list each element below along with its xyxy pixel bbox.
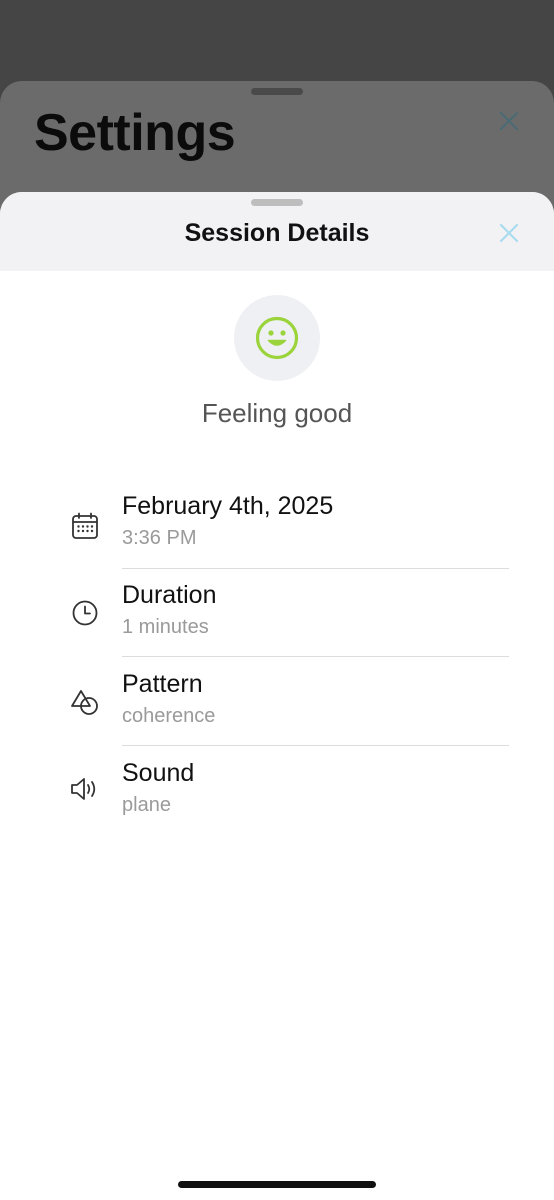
home-indicator[interactable] bbox=[178, 1181, 376, 1188]
sheet-title: Session Details bbox=[184, 219, 370, 247]
session-details-sheet: Session Details Feeling good February 4t… bbox=[0, 192, 554, 1200]
clock-icon bbox=[68, 596, 102, 630]
divider bbox=[122, 656, 509, 657]
duration-title: Duration bbox=[122, 581, 217, 609]
session-sheet-grabber[interactable] bbox=[251, 199, 303, 206]
settings-close-button[interactable] bbox=[496, 108, 522, 134]
sheet-header: Session Details bbox=[0, 192, 554, 271]
close-icon bbox=[499, 223, 519, 243]
speaker-icon bbox=[68, 772, 102, 806]
pattern-title: Pattern bbox=[122, 670, 203, 698]
close-icon bbox=[499, 111, 519, 131]
mood-label: Feeling good bbox=[201, 398, 353, 428]
date-subtitle: 3:36 PM bbox=[122, 527, 197, 549]
shapes-icon bbox=[68, 685, 102, 719]
detail-row-sound: Sound plane bbox=[0, 759, 554, 847]
detail-row-date: February 4th, 2025 3:36 PM bbox=[0, 492, 554, 580]
mood-badge bbox=[234, 295, 320, 381]
duration-subtitle: 1 minutes bbox=[122, 616, 209, 638]
settings-title: Settings bbox=[34, 104, 236, 162]
sound-title: Sound bbox=[122, 759, 195, 787]
date-title: February 4th, 2025 bbox=[122, 492, 334, 520]
settings-sheet-grabber[interactable] bbox=[251, 88, 303, 95]
close-button[interactable] bbox=[496, 220, 522, 246]
smiley-icon bbox=[255, 316, 299, 360]
calendar-icon bbox=[68, 509, 102, 543]
divider bbox=[122, 745, 509, 746]
pattern-subtitle: coherence bbox=[122, 705, 216, 727]
sound-subtitle: plane bbox=[122, 794, 171, 816]
divider bbox=[122, 568, 509, 569]
